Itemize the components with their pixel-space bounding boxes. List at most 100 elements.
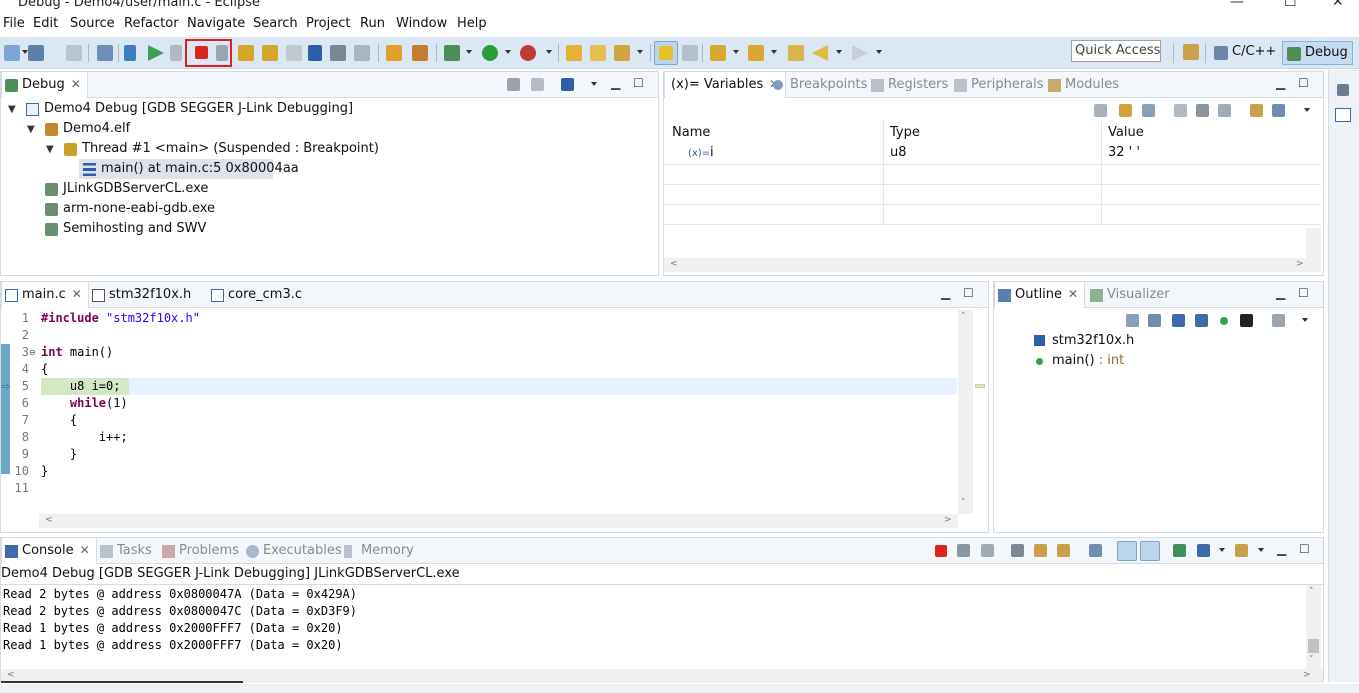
collapse-all-icon[interactable] — [1142, 104, 1155, 117]
instruction-step-icon[interactable] — [308, 45, 322, 61]
skip-breakpoints-icon[interactable] — [124, 45, 136, 61]
remove-icon[interactable] — [1196, 104, 1209, 117]
tree-item-semihosting[interactable]: Semihosting and SWV — [45, 219, 206, 239]
menu-navigate[interactable]: Navigate — [187, 16, 245, 31]
external-tools-icon[interactable] — [520, 45, 536, 61]
maximize-view-button[interactable]: ☐ — [1299, 542, 1310, 556]
fold-icon[interactable]: ⊖ — [29, 344, 36, 361]
show-type-names-icon[interactable] — [1094, 104, 1107, 117]
show-logical-structure-icon[interactable] — [1119, 104, 1132, 117]
tab-executables[interactable]: Executables — [243, 538, 348, 564]
tree-item-thread[interactable]: Thread #1 <main> (Suspended : Breakpoint… — [64, 139, 379, 159]
menu-run[interactable]: Run — [360, 16, 385, 31]
connect-icon[interactable] — [531, 78, 544, 91]
show-on-stdout-button[interactable] — [1117, 541, 1137, 561]
console-scroll-thumb[interactable] — [1308, 639, 1319, 653]
remove-all-terminated-icon[interactable] — [507, 78, 520, 91]
block-selection-icon[interactable] — [682, 45, 698, 61]
menu-project[interactable]: Project — [306, 16, 350, 31]
forward-dropdown-icon[interactable] — [876, 50, 882, 54]
tab-tasks[interactable]: Tasks — [97, 538, 158, 564]
open-perspective-icon[interactable] — [1183, 44, 1199, 60]
close-tab-icon[interactable]: ✕ — [1068, 287, 1078, 301]
open-console-icon[interactable] — [1235, 544, 1248, 557]
close-tab-icon[interactable]: ✕ — [71, 77, 81, 91]
tab-variables[interactable]: (x)= Variables✕ — [664, 72, 787, 98]
word-wrap-icon[interactable] — [1057, 544, 1070, 557]
tab-stm32f10x-h[interactable]: stm32f10x.h — [89, 282, 197, 308]
overview-ruler-marker[interactable] — [975, 384, 985, 388]
tree-item-elf[interactable]: Demo4.elf — [45, 119, 130, 139]
minimize-button[interactable]: — — [1230, 0, 1244, 10]
console-hscroll-thumb[interactable] — [1, 681, 243, 683]
back-dropdown-icon[interactable] — [836, 50, 842, 54]
column-value[interactable]: Value — [1108, 125, 1144, 140]
outline-item-include[interactable]: stm32f10x.h — [1034, 331, 1134, 351]
tab-core-cm3-c[interactable]: core_cm3.c — [208, 282, 308, 308]
step-return-icon[interactable] — [286, 45, 302, 61]
maximize-view-button[interactable]: ☐ — [1298, 286, 1309, 300]
variables-vertical-scrollbar[interactable] — [1306, 228, 1321, 258]
editor-area-icon[interactable] — [1335, 108, 1351, 122]
save-all-icon[interactable] — [66, 45, 82, 61]
minimize-view-button[interactable]: ▁ — [611, 76, 620, 90]
disconnect-icon[interactable] — [216, 45, 228, 61]
tree-item-launch[interactable]: Demo4 Debug [GDB SEGGER J-Link Debugging… — [26, 99, 353, 119]
collapse-icon[interactable]: ▼ — [27, 124, 35, 135]
tab-outline[interactable]: Outline ✕ — [994, 282, 1086, 308]
collapse-all-icon[interactable] — [1126, 314, 1139, 327]
debug-dropdown-icon[interactable] — [466, 50, 472, 54]
new-icon[interactable] — [4, 45, 20, 61]
editor-vertical-scrollbar[interactable]: ˄ ˅ — [958, 310, 973, 514]
display-console-icon[interactable] — [1197, 544, 1210, 557]
tab-registers[interactable]: Registers — [868, 72, 954, 98]
hide-inactive-icon[interactable] — [1240, 314, 1253, 327]
view-menu-icon[interactable] — [591, 82, 597, 86]
perspective-cpp-button[interactable]: C/C++ — [1210, 41, 1280, 65]
show-console-icon[interactable] — [1089, 544, 1102, 557]
terminate-console-icon[interactable] — [935, 545, 947, 557]
binary-icon[interactable] — [97, 45, 113, 61]
quick-access-input[interactable]: Quick Access — [1071, 40, 1161, 62]
search-tool-icon[interactable] — [614, 45, 630, 61]
tab-console[interactable]: Console ✕ — [1, 538, 97, 564]
resume-icon[interactable] — [148, 45, 164, 61]
collapse-icon[interactable]: ▼ — [8, 104, 16, 115]
maximize-view-button[interactable]: ☐ — [963, 286, 974, 300]
tab-visualizer[interactable]: Visualizer — [1087, 282, 1176, 308]
tab-main-c[interactable]: main.c ✕ — [1, 282, 89, 308]
suspend-icon[interactable] — [170, 45, 182, 61]
close-button[interactable]: ✕ — [1332, 0, 1344, 10]
step-into-icon[interactable] — [238, 45, 254, 61]
add-global-icon[interactable] — [1174, 104, 1187, 117]
console-horizontal-scrollbar[interactable]: < > — [1, 669, 1323, 683]
open-console-dropdown-icon[interactable] — [1258, 548, 1264, 552]
minimize-view-button[interactable]: ▁ — [1276, 76, 1285, 90]
previous-annotation-icon[interactable] — [748, 45, 764, 61]
new-view-icon[interactable] — [1250, 104, 1263, 117]
view-menu-icon[interactable] — [1304, 108, 1310, 112]
tab-debug[interactable]: Debug ✕ — [1, 72, 88, 98]
run-icon[interactable] — [482, 45, 498, 61]
minimize-view-button[interactable]: ▁ — [941, 286, 950, 300]
terminate-icon[interactable] — [195, 46, 208, 59]
tab-modules[interactable]: Modules — [1045, 72, 1125, 98]
menu-refactor[interactable]: Refactor — [124, 16, 179, 31]
run-dropdown-icon[interactable] — [505, 50, 511, 54]
debug-icon[interactable] — [444, 45, 460, 61]
remove-all-launches-icon[interactable] — [981, 544, 994, 557]
next-annotation-icon[interactable] — [710, 45, 726, 61]
tab-memory[interactable]: Memory — [341, 538, 420, 564]
external-tools-dropdown-icon[interactable] — [546, 50, 552, 54]
step-over-icon[interactable] — [262, 45, 278, 61]
use-step-filters-icon[interactable] — [354, 45, 370, 61]
hide-non-public-icon[interactable] — [1220, 317, 1228, 325]
console-vertical-scrollbar[interactable]: ˄ ˅ — [1306, 585, 1321, 669]
remove-launch-icon[interactable] — [957, 544, 970, 557]
tab-breakpoints[interactable]: Breakpoints — [770, 72, 873, 98]
back-icon[interactable] — [812, 45, 828, 61]
menu-window[interactable]: Window — [396, 16, 447, 31]
show-on-stderr-button[interactable] — [1140, 541, 1160, 561]
tree-item-jlink-server[interactable]: JLinkGDBServerCL.exe — [45, 179, 208, 199]
display-console-dropdown-icon[interactable] — [1219, 548, 1225, 552]
